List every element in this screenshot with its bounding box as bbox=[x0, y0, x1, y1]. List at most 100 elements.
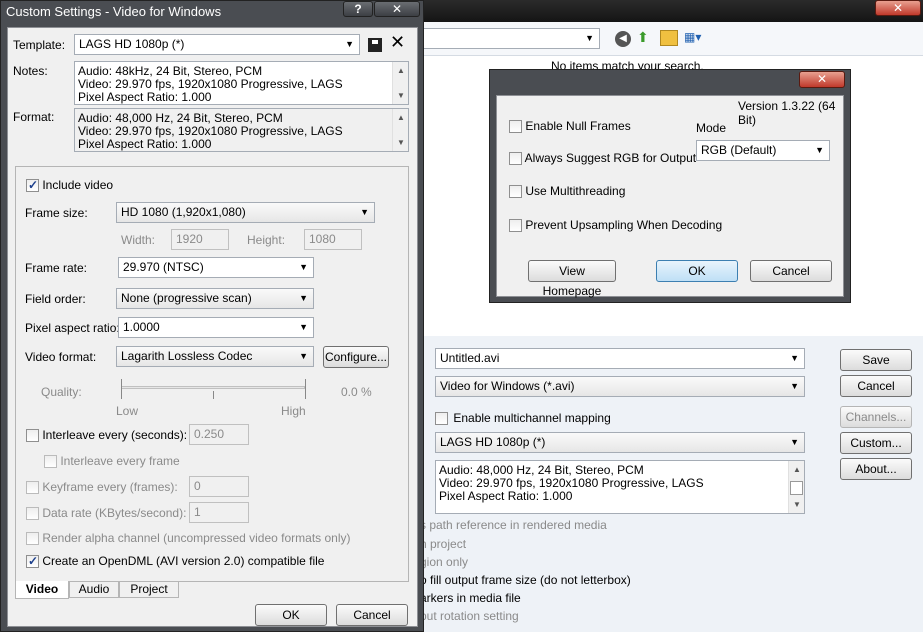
suggest-rgb-row[interactable]: Always Suggest RGB for Output bbox=[509, 151, 696, 166]
null-frames-row[interactable]: Enable Null Frames bbox=[509, 119, 631, 134]
quality-value: 0.0 % bbox=[341, 385, 372, 399]
datarate-row[interactable]: Data rate (KBytes/second): bbox=[26, 506, 186, 521]
mode-combo[interactable]: RGB (Default) ▼ bbox=[696, 140, 830, 161]
background-close-button[interactable]: ✕ bbox=[875, 0, 921, 16]
width-input[interactable]: 1920 bbox=[171, 229, 229, 250]
lagarith-ok-button[interactable]: OK bbox=[656, 260, 738, 282]
prevent-upsampling-label: Prevent Upsampling When Decoding bbox=[525, 218, 723, 232]
render-template-value: LAGS HD 1080p (*) bbox=[440, 435, 546, 449]
dialog-close-button[interactable]: ✕ bbox=[374, 1, 420, 17]
lagarith-dialog: ✕ Version 1.3.22 (64 Bit) Enable Null Fr… bbox=[489, 69, 851, 303]
multichannel-label: Enable multichannel mapping bbox=[453, 411, 611, 425]
up-folder-icon[interactable]: ⬆ bbox=[637, 29, 655, 47]
filename-combo[interactable]: Untitled.avi ▼ bbox=[435, 348, 805, 369]
lagarith-cancel-button[interactable]: Cancel bbox=[750, 260, 832, 282]
multithreading-checkbox[interactable] bbox=[509, 185, 522, 199]
multithreading-row[interactable]: Use Multithreading bbox=[509, 184, 625, 199]
quality-slider[interactable] bbox=[121, 379, 307, 399]
keyframe-input[interactable]: 0 bbox=[189, 476, 249, 497]
lagarith-close-button[interactable]: ✕ bbox=[799, 71, 845, 88]
field-order-value: None (progressive scan) bbox=[121, 291, 252, 305]
custom-settings-dialog: Custom Settings - Video for Windows ? ✕ … bbox=[0, 0, 424, 632]
channels-button[interactable]: Channels... bbox=[840, 406, 912, 428]
height-value: 1080 bbox=[309, 232, 336, 246]
tab-project[interactable]: Project bbox=[119, 581, 179, 598]
frame-size-value: HD 1080 (1,920x1,080) bbox=[121, 205, 246, 219]
keyframe-row[interactable]: Keyframe every (frames): bbox=[26, 480, 178, 495]
cancel-button[interactable]: Cancel bbox=[840, 375, 912, 397]
frame-size-combo[interactable]: HD 1080 (1,920x1,080) ▼ bbox=[116, 202, 375, 223]
width-value: 1920 bbox=[176, 232, 203, 246]
datarate-input[interactable]: 1 bbox=[189, 502, 249, 523]
view-menu-icon[interactable]: ▦▾ bbox=[684, 30, 710, 46]
par-combo[interactable]: 1.0000 ▼ bbox=[118, 317, 314, 338]
option-text: s path reference in rendered media bbox=[420, 518, 607, 532]
interleave-row[interactable]: Interleave every (seconds): bbox=[26, 428, 188, 443]
notes-scrollbar[interactable]: ▲ ▼ bbox=[392, 62, 408, 104]
notes-textarea[interactable]: Audio: 48kHz, 24 Bit, Stereo, PCM Video:… bbox=[74, 61, 409, 105]
about-button[interactable]: About... bbox=[840, 458, 912, 480]
tab-video[interactable]: Video bbox=[15, 581, 69, 599]
custom-button[interactable]: Custom... bbox=[840, 432, 912, 454]
format-label: Format: bbox=[13, 110, 55, 124]
option-text: put rotation setting bbox=[420, 609, 519, 623]
include-video-checkbox[interactable] bbox=[26, 179, 39, 193]
frame-size-label: Frame size: bbox=[25, 206, 88, 220]
save-button[interactable]: Save bbox=[840, 349, 912, 371]
datarate-checkbox[interactable] bbox=[26, 507, 39, 521]
render-alpha-row[interactable]: Render alpha channel (uncompressed video… bbox=[26, 531, 351, 546]
opendml-label: Create an OpenDML (AVI version 2.0) comp… bbox=[42, 554, 325, 568]
save-as-type-combo[interactable]: Video for Windows (*.avi) ▼ bbox=[435, 376, 805, 397]
interleave-label: Interleave every (seconds): bbox=[42, 428, 188, 442]
prevent-upsampling-checkbox[interactable] bbox=[509, 219, 522, 233]
keyframe-label: Keyframe every (frames): bbox=[42, 480, 178, 494]
field-order-label: Field order: bbox=[25, 292, 86, 306]
quality-low-label: Low bbox=[116, 404, 139, 418]
dialog-title: Custom Settings - Video for Windows bbox=[6, 4, 222, 19]
mode-label: Mode bbox=[696, 121, 727, 135]
notes-line: Pixel Aspect Ratio: 1.000 bbox=[78, 90, 212, 104]
interleave-checkbox[interactable] bbox=[26, 429, 39, 443]
cancel-button[interactable]: Cancel bbox=[336, 604, 408, 626]
opendml-row[interactable]: Create an OpenDML (AVI version 2.0) comp… bbox=[26, 554, 325, 569]
description-line: Pixel Aspect Ratio: 1.000 bbox=[439, 489, 573, 503]
field-order-combo[interactable]: None (progressive scan) ▼ bbox=[116, 288, 314, 309]
location-combo[interactable]: ▼ bbox=[420, 28, 600, 49]
frame-rate-value: 29.970 (NTSC) bbox=[123, 260, 204, 274]
tab-audio[interactable]: Audio bbox=[69, 581, 119, 598]
opendml-checkbox[interactable] bbox=[26, 555, 39, 569]
description-scrollbar[interactable]: ▲ ▼ bbox=[788, 461, 804, 513]
format-scrollbar[interactable]: ▲ ▼ bbox=[392, 109, 408, 151]
suggest-rgb-checkbox[interactable] bbox=[509, 152, 522, 166]
keyframe-checkbox[interactable] bbox=[26, 481, 39, 495]
help-button[interactable]: ? bbox=[343, 1, 373, 17]
frame-rate-label: Frame rate: bbox=[25, 261, 88, 275]
multichannel-checkbox[interactable] bbox=[435, 412, 448, 426]
multichannel-checkbox-row[interactable]: Enable multichannel mapping bbox=[435, 411, 611, 426]
keyframe-value: 0 bbox=[194, 479, 201, 493]
include-video-row[interactable]: Include video bbox=[26, 178, 114, 193]
ok-button[interactable]: OK bbox=[255, 604, 327, 626]
quality-high-label: High bbox=[281, 404, 306, 418]
back-icon[interactable]: ◀ bbox=[615, 31, 631, 47]
view-homepage-button[interactable]: View Homepage bbox=[528, 260, 616, 298]
prevent-upsampling-row[interactable]: Prevent Upsampling When Decoding bbox=[509, 218, 723, 233]
new-folder-icon[interactable] bbox=[660, 30, 678, 46]
delete-template-icon[interactable]: ✕ bbox=[390, 32, 405, 52]
interleave-input[interactable]: 0.250 bbox=[189, 424, 249, 445]
frame-rate-combo[interactable]: 29.970 (NTSC) ▼ bbox=[118, 257, 314, 278]
null-frames-checkbox[interactable] bbox=[509, 120, 522, 134]
render-alpha-checkbox[interactable] bbox=[26, 532, 39, 546]
interleave-frame-checkbox[interactable] bbox=[44, 455, 57, 469]
interleave-frame-row[interactable]: Interleave every frame bbox=[44, 454, 180, 469]
save-template-icon[interactable] bbox=[368, 38, 382, 52]
height-input[interactable]: 1080 bbox=[304, 229, 362, 250]
template-combo[interactable]: LAGS HD 1080p (*) ▼ bbox=[74, 34, 360, 55]
save-as-type-value: Video for Windows (*.avi) bbox=[440, 379, 575, 393]
include-video-label: Include video bbox=[42, 178, 114, 192]
background-title-bar bbox=[420, 0, 923, 22]
render-alpha-label: Render alpha channel (uncompressed video… bbox=[42, 531, 351, 545]
render-template-combo[interactable]: LAGS HD 1080p (*) ▼ bbox=[435, 432, 805, 453]
configure-button[interactable]: Configure... bbox=[323, 346, 389, 368]
video-format-combo[interactable]: Lagarith Lossless Codec ▼ bbox=[116, 346, 314, 367]
